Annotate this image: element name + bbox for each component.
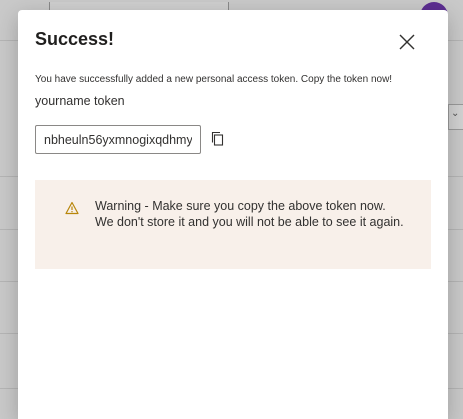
background-dropdown: ⌄: [448, 104, 463, 130]
copy-icon: [211, 131, 224, 146]
divider: [448, 229, 463, 230]
chevron-down-icon: ⌄: [451, 108, 460, 119]
divider: [448, 40, 463, 41]
divider: [448, 281, 463, 282]
divider: [0, 281, 18, 282]
token-name: yourname token: [35, 94, 125, 108]
divider: [448, 388, 463, 389]
close-button[interactable]: [396, 31, 418, 53]
token-field[interactable]: [35, 125, 201, 154]
divider: [0, 333, 18, 334]
warning-banner: Warning - Make sure you copy the above t…: [35, 180, 431, 269]
success-dialog: Success! You have successfully added a n…: [18, 10, 448, 419]
close-icon: [399, 34, 415, 50]
warning-text: Warning - Make sure you copy the above t…: [95, 199, 404, 229]
success-message: You have successfully added a new person…: [35, 74, 393, 85]
divider: [0, 176, 18, 177]
warning-icon: [65, 201, 79, 215]
divider: [0, 40, 18, 41]
copy-button[interactable]: [209, 130, 227, 148]
dialog-title: Success!: [35, 29, 115, 49]
divider: [0, 388, 18, 389]
divider: [448, 176, 463, 177]
divider: [448, 333, 463, 334]
divider: [0, 229, 18, 230]
